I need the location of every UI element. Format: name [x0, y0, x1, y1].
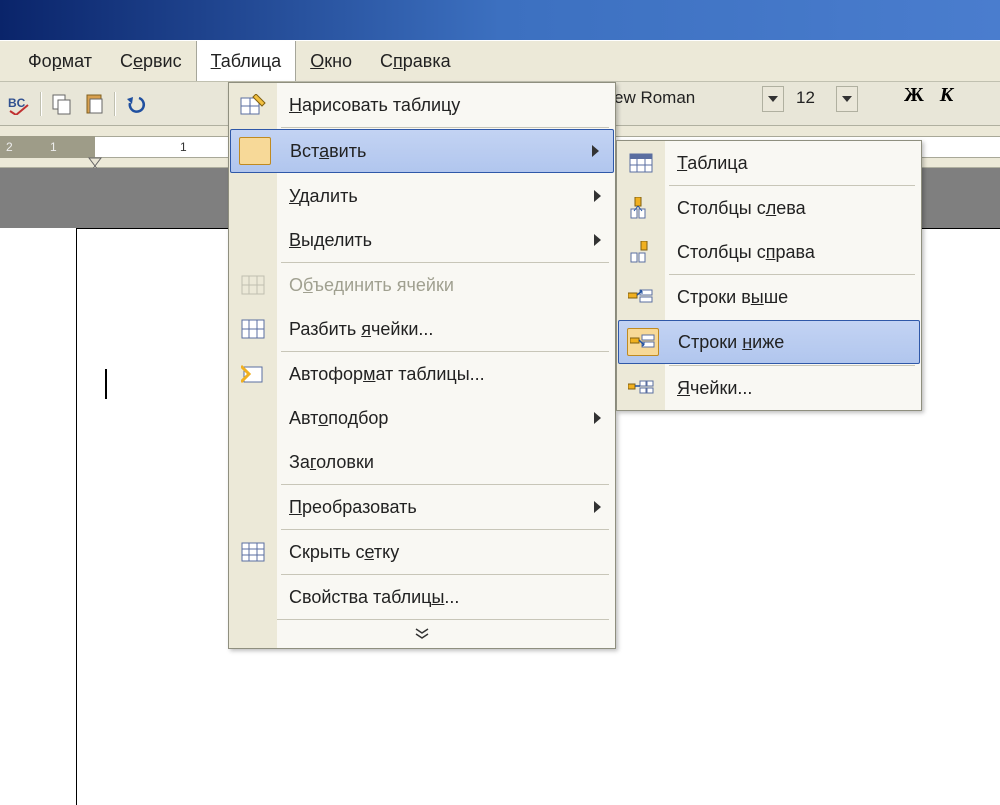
copy-button[interactable] [47, 89, 77, 119]
autofit-item[interactable]: Автоподбор [229, 396, 615, 440]
menu-bar: Формат Сервис Таблица Окно Справка [0, 40, 1000, 82]
submenu-arrow-icon [594, 412, 601, 424]
menu-table[interactable]: Таблица [196, 41, 297, 81]
insert-cells-item[interactable]: Ячейки... [617, 366, 921, 410]
bold-button[interactable]: Ж [904, 84, 924, 107]
font-style-group: Ж К [904, 84, 953, 107]
title-bar [0, 0, 1000, 40]
menu-help[interactable]: Справка [366, 41, 465, 81]
undo-button[interactable] [121, 89, 151, 119]
insert-submenu: Таблица Столбцы слева Столбцы справа Стр… [616, 140, 922, 411]
select-item[interactable]: Выделить [229, 218, 615, 262]
expand-menu-chevrons[interactable] [229, 620, 615, 648]
italic-button[interactable]: К [940, 84, 954, 107]
toolbar-separator-2 [114, 92, 116, 116]
columns-right-icon [625, 238, 657, 266]
font-size-display[interactable]: 12 [790, 84, 842, 112]
submenu-arrow-icon [594, 501, 601, 513]
font-name-display[interactable]: ew Roman [614, 84, 695, 112]
submenu-arrow-icon [592, 145, 599, 157]
delete-item[interactable]: Удалить [229, 174, 615, 218]
hide-grid-icon [237, 538, 269, 566]
split-cells-item[interactable]: Разбить ячейки... [229, 307, 615, 351]
table-properties-item[interactable]: Свойства таблицы... [229, 575, 615, 619]
convert-item[interactable]: Преобразовать [229, 485, 615, 529]
menu-format[interactable]: Формат [14, 41, 106, 81]
insert-columns-left-item[interactable]: Столбцы слева [617, 186, 921, 230]
rows-above-icon [625, 283, 657, 311]
autoformat-icon [237, 360, 269, 388]
text-cursor [105, 369, 107, 399]
insert-rows-above-item[interactable]: Строки выше [617, 275, 921, 319]
insert-table-item[interactable]: Таблица [617, 141, 921, 185]
menu-service[interactable]: Сервис [106, 41, 196, 81]
insert-icon [239, 137, 271, 165]
merge-cells-item: Объединить ячейки [229, 263, 615, 307]
rows-below-icon [627, 328, 659, 356]
insert-rows-below-item[interactable]: Строки ниже [618, 320, 920, 364]
columns-left-icon [625, 194, 657, 222]
draw-table-icon [237, 91, 269, 119]
insert-item[interactable]: Вставить [230, 129, 614, 173]
menu-window[interactable]: Окно [296, 41, 366, 81]
draw-table-item[interactable]: Нарисовать таблицу [229, 83, 615, 127]
split-cells-icon [237, 315, 269, 343]
insert-columns-right-item[interactable]: Столбцы справа [617, 230, 921, 274]
headings-item[interactable]: Заголовки [229, 440, 615, 484]
autoformat-item[interactable]: Автоформат таблицы... [229, 352, 615, 396]
paste-button[interactable] [79, 89, 109, 119]
hide-grid-item[interactable]: Скрыть сетку [229, 530, 615, 574]
font-name-dropdown-arrow[interactable] [762, 86, 784, 112]
font-size-dropdown-arrow[interactable] [836, 86, 858, 112]
toolbar-separator-1 [40, 92, 42, 116]
spellcheck-button[interactable]: BC [5, 89, 35, 119]
merge-cells-icon [237, 271, 269, 299]
table-menu: Нарисовать таблицу Вставить Удалить Выде… [228, 82, 616, 649]
insert-cells-icon [625, 374, 657, 402]
insert-table-icon [625, 149, 657, 177]
submenu-arrow-icon [594, 234, 601, 246]
submenu-arrow-icon [594, 190, 601, 202]
